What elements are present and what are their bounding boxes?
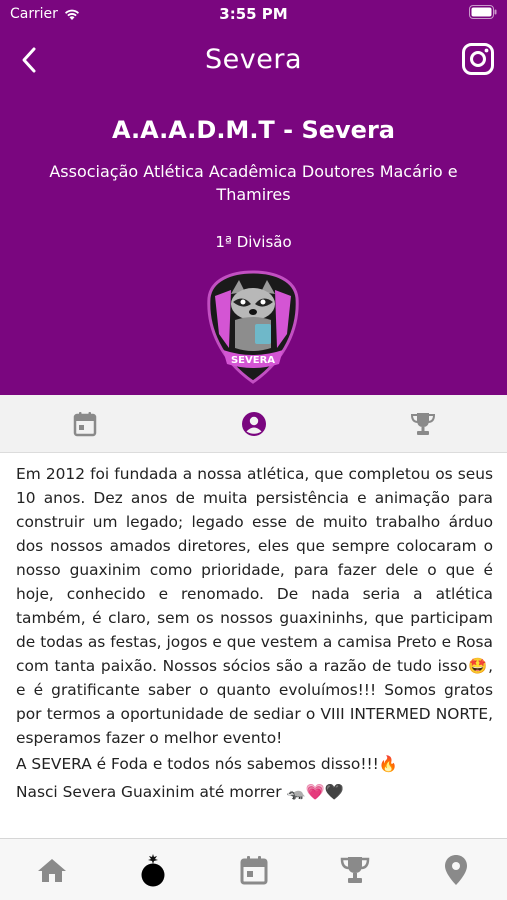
battery-icon (469, 5, 497, 19)
tab-calendar[interactable] (0, 395, 169, 453)
calendar-icon (73, 412, 96, 437)
calendar-icon (240, 856, 267, 885)
team-logo: SEVERA (205, 268, 301, 386)
tab-trophies[interactable] (338, 395, 507, 453)
profile-tabs (0, 395, 507, 453)
location-pin-icon (444, 855, 467, 885)
team-full-name: Associação Atlética Acadêmica Doutores M… (49, 162, 458, 204)
tab-profile[interactable] (169, 395, 338, 453)
trophy-icon (340, 857, 369, 883)
header: Carrier 3:55 PM Severa A.A.A.D.M.T - Sev… (0, 0, 507, 395)
nav-bomb[interactable] (102, 839, 203, 900)
about-text: Em 2012 foi fundada a nossa atlética, qu… (16, 462, 493, 804)
about-line-2: A SEVERA é Foda e todos nós sabemos diss… (16, 755, 398, 773)
nav-home[interactable] (1, 839, 102, 900)
instagram-button[interactable] (461, 42, 495, 76)
profile-icon (241, 412, 266, 436)
logo-text: SEVERA (231, 355, 275, 366)
status-time: 3:55 PM (219, 5, 288, 23)
trophy-icon (410, 413, 435, 435)
about-line-3: Nasci Severa Guaxinim até morrer 🦡💗🖤 (16, 783, 344, 801)
nav-location[interactable] (405, 839, 506, 900)
status-bar: Carrier 3:55 PM (0, 0, 507, 28)
bomb-icon (141, 854, 164, 887)
nav-trophies[interactable] (304, 839, 405, 900)
team-division: 1ª Divisão (215, 233, 292, 251)
nav-calendar[interactable] (203, 839, 304, 900)
home-icon (37, 859, 66, 882)
about-paragraph: Em 2012 foi fundada a nossa atlética, qu… (16, 465, 493, 747)
team-short-name: A.A.A.D.M.T - Severa (111, 116, 395, 144)
instagram-icon (462, 43, 494, 75)
page-title: Severa (205, 44, 302, 75)
bottom-nav (0, 838, 507, 900)
